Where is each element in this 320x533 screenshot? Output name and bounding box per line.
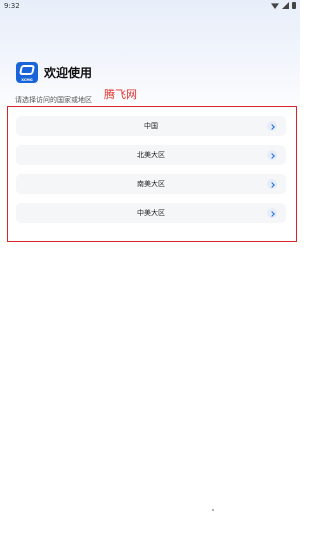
decorative-dot (212, 509, 214, 511)
region-label: 中国 (144, 122, 158, 130)
region-item-china[interactable]: 中国 (16, 116, 286, 136)
signal-icon (282, 2, 289, 9)
xcmg-logo-icon: XCMG (16, 62, 38, 83)
status-time: 9:32 (4, 2, 20, 10)
page-header: XCMG 欢迎使用 (16, 62, 92, 83)
status-bar: 9:32 (0, 0, 300, 13)
wifi-icon (271, 3, 279, 9)
region-label: 北美大区 (137, 151, 165, 159)
chevron-right-icon (267, 121, 277, 131)
page-subtitle: 请选择访问的国家或地区 (15, 96, 92, 104)
region-item-central-america[interactable]: 中美大区 (16, 203, 286, 223)
chevron-right-icon (267, 179, 277, 189)
battery-icon (292, 2, 296, 9)
status-icons (271, 2, 296, 9)
chevron-right-icon (267, 208, 277, 218)
region-label: 中美大区 (137, 209, 165, 217)
logo-text: XCMG (21, 78, 33, 82)
region-label: 南美大区 (137, 180, 165, 188)
region-item-north-america[interactable]: 北美大区 (16, 145, 286, 165)
watermark: 腾飞网 (104, 88, 137, 101)
page-title: 欢迎使用 (44, 66, 93, 80)
region-item-south-america[interactable]: 南美大区 (16, 174, 286, 194)
chevron-right-icon (267, 150, 277, 160)
